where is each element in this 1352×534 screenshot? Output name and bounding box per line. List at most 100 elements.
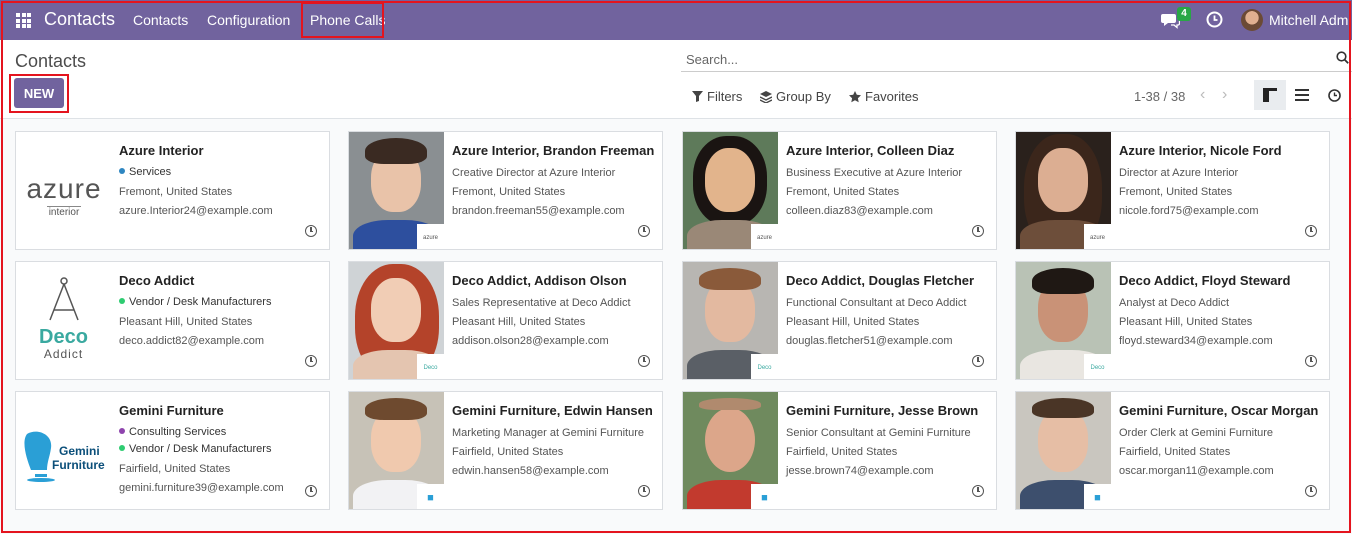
app-menu-icon[interactable] (16, 13, 31, 28)
kanban-card[interactable]: Gemini Furniture Gemini Furniture Consul… (15, 391, 330, 510)
contact-name: Azure Interior (119, 143, 204, 158)
contact-photo: Deco (1016, 262, 1111, 379)
contact-name: Gemini Furniture, Oscar Morgan (1119, 403, 1319, 418)
kanban-card[interactable]: azure Azure Interior, Nicole Ford Direct… (1015, 131, 1330, 250)
company-mini-logo: azure (417, 224, 444, 249)
contact-location: Fairfield, United States (452, 446, 564, 458)
kanban-view-button[interactable] (1254, 80, 1286, 110)
contact-function: Functional Consultant at Deco Addict (786, 297, 967, 309)
group-by-label: Group By (776, 89, 831, 104)
contact-location: Fremont, United States (786, 186, 900, 198)
activity-clock-icon[interactable] (638, 485, 650, 497)
contact-location: Fremont, United States (452, 186, 566, 198)
kanban-card[interactable]: ■ Gemini Furniture, Edwin Hansen Marketi… (348, 391, 663, 510)
menu-configuration[interactable]: Configuration (207, 12, 290, 28)
contact-location: Pleasant Hill, United States (119, 316, 253, 328)
contact-location: Fremont, United States (1119, 186, 1233, 198)
contact-photo: azure (1016, 132, 1111, 249)
contact-name: Gemini Furniture, Jesse Brown (786, 403, 979, 418)
company-logo-deco: Deco Addict (16, 262, 111, 379)
category-tag: Vendor / Desk Manufacturers (119, 441, 323, 460)
favorites-label: Favorites (865, 89, 919, 104)
kanban-card[interactable]: azure Azure Interior, Brandon Freeman Cr… (348, 131, 663, 250)
contact-photo: ■ (349, 392, 444, 509)
new-button-highlight (9, 74, 69, 113)
company-logo-gemini: Gemini Furniture (16, 392, 111, 509)
app-title[interactable]: Contacts (44, 9, 115, 30)
contact-location: Fremont, United States (119, 186, 233, 198)
group-by-button[interactable]: Group By (760, 89, 831, 104)
control-panel: Contacts NEW Filters Group By Favorites … (0, 40, 1352, 119)
contact-name: Deco Addict, Floyd Steward (1119, 273, 1291, 288)
deco-logo-sub: Addict (43, 347, 84, 361)
contact-email: nicole.ford75@example.com (1119, 205, 1259, 217)
activity-clock-icon[interactable] (305, 355, 317, 367)
contact-location: Pleasant Hill, United States (452, 316, 586, 328)
activity-clock-icon[interactable] (1305, 485, 1317, 497)
activity-clock-icon[interactable] (638, 355, 650, 367)
activity-view-button[interactable] (1318, 80, 1350, 110)
activity-clock-icon[interactable] (305, 225, 317, 237)
search-input[interactable] (684, 48, 1288, 70)
pager-value[interactable]: 1-38 / 38 (1134, 89, 1185, 104)
contact-name: Azure Interior, Nicole Ford (1119, 143, 1282, 158)
contact-email: oscar.morgan11@example.com (1119, 465, 1274, 477)
contact-function: Marketing Manager at Gemini Furniture (452, 427, 644, 439)
favorites-button[interactable]: Favorites (849, 89, 918, 104)
company-mini-logo: Deco (417, 354, 444, 379)
company-mini-logo: ■ (751, 484, 778, 509)
contact-function: Analyst at Deco Addict (1119, 297, 1230, 309)
chair-icon (24, 431, 55, 482)
gemini-logo-word: Gemini (59, 444, 100, 458)
category-tag: Vendor / Desk Manufacturers (119, 294, 323, 313)
company-mini-logo: azure (751, 224, 778, 249)
user-name[interactable]: Mitchell Adm (1269, 12, 1348, 28)
contact-name: Azure Interior, Colleen Diaz (786, 143, 955, 158)
kanban-card[interactable]: ■ Gemini Furniture, Oscar Morgan Order C… (1015, 391, 1330, 510)
kanban-card[interactable]: ■ Gemini Furniture, Jesse Brown Senior C… (682, 391, 997, 510)
contact-email: deco.addict82@example.com (119, 335, 265, 347)
kanban-card[interactable]: Deco Deco Addict, Floyd Steward Analyst … (1015, 261, 1330, 380)
filters-button[interactable]: Filters (692, 89, 742, 104)
contact-photo: ■ (1016, 392, 1111, 509)
list-view-button[interactable] (1286, 80, 1318, 110)
company-mini-logo: Deco (1084, 354, 1111, 379)
deco-logo-word: Deco (39, 326, 88, 348)
kanban-card[interactable]: azure interior Azure Interior Services F… (15, 131, 330, 250)
page-title: Contacts (15, 51, 87, 71)
company-mini-logo: azure (1084, 224, 1111, 249)
kanban-card[interactable]: Deco Addict Deco Addict Vendor / Desk Ma… (15, 261, 330, 380)
activity-clock-icon[interactable] (638, 225, 650, 237)
contact-name: Azure Interior, Brandon Freeman (452, 143, 655, 158)
activity-clock-icon[interactable] (972, 485, 984, 497)
activity-clock-icon[interactable] (1305, 355, 1317, 367)
pager-next-icon[interactable]: › (1222, 86, 1227, 104)
contact-email: azure.Interior24@example.com (119, 205, 273, 217)
activity-clock-icon[interactable] (1305, 225, 1317, 237)
contact-location: Pleasant Hill, United States (1119, 316, 1253, 328)
company-mini-logo: ■ (417, 484, 444, 509)
pager-previous-icon[interactable]: ‹ (1200, 86, 1205, 104)
contact-function: Senior Consultant at Gemini Furniture (786, 427, 971, 439)
kanban-card[interactable]: azure Azure Interior, Colleen Diaz Busin… (682, 131, 997, 250)
azure-logo-word: azure (26, 173, 102, 204)
layers-icon (760, 90, 772, 103)
company-logo-azure: azure interior (16, 132, 111, 249)
search-icon[interactable] (1336, 51, 1349, 69)
contact-function: Business Executive at Azure Interior (786, 167, 963, 179)
contact-function: Order Clerk at Gemini Furniture (1119, 427, 1274, 439)
menu-contacts[interactable]: Contacts (133, 12, 188, 28)
activity-clock-icon[interactable] (972, 225, 984, 237)
contact-location: Fairfield, United States (786, 446, 898, 458)
contact-function: Creative Director at Azure Interior (452, 167, 616, 179)
kanban-card[interactable]: Deco Deco Addict, Addison Olson Sales Re… (348, 261, 663, 380)
contact-location: Fairfield, United States (1119, 446, 1231, 458)
activity-clock-icon[interactable] (305, 485, 317, 497)
contact-function: Director at Azure Interior (1119, 167, 1239, 179)
contact-name: Deco Addict, Douglas Fletcher (786, 273, 975, 288)
kanban-card[interactable]: Deco Deco Addict, Douglas Fletcher Funct… (682, 261, 997, 380)
contact-name: Gemini Furniture (119, 403, 224, 418)
user-avatar[interactable] (1241, 9, 1263, 31)
activity-clock-icon[interactable] (972, 355, 984, 367)
activity-clock-icon[interactable] (1206, 11, 1223, 33)
